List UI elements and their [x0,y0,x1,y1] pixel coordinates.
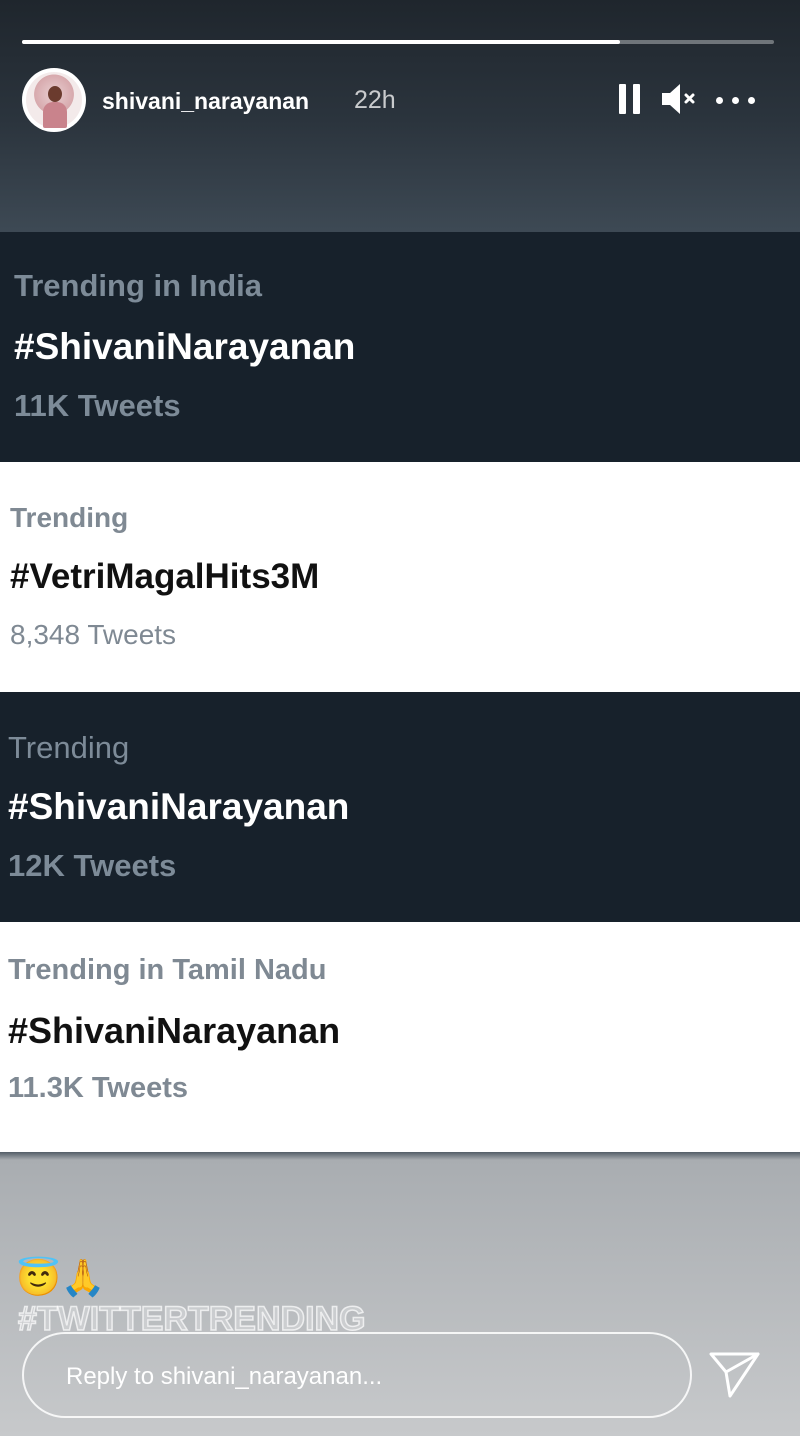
username[interactable]: shivani_narayanan [102,88,309,115]
trend-hashtag: #ShivaniNarayanan [8,1010,341,1051]
avatar[interactable] [22,68,86,132]
trend-hashtag: #ShivaniNarayanan [8,786,350,827]
story-header: shivani_narayanan 22h [22,68,778,132]
trend-tweet-count: 12K Tweets [8,848,177,883]
post-time: 22h [354,86,396,114]
trend-tweet-count: 11K Tweets [14,388,181,423]
pause-icon[interactable] [619,84,641,114]
mute-icon[interactable] [660,82,700,116]
trend-category: Trending [10,502,129,533]
trend-tweet-count: 8,348 Tweets [10,619,177,650]
trend-card: Trending #ShivaniNarayanan 12K Tweets [0,692,800,922]
trend-category: Trending in India [14,268,262,303]
avatar-photo [26,72,82,128]
story-progress-bar [22,40,774,44]
trend-hashtag: #VetriMagalHits3M [10,557,320,596]
emoji-sticker: 😇🙏 [16,1257,106,1298]
trend-tweet-count: 11.3K Tweets [8,1072,189,1104]
story-viewer: shivani_narayanan 22h Trending in India … [0,0,800,1436]
trend-card: Trending #VetriMagalHits3M 8,348 Tweets [0,462,800,692]
trend-card: Trending in Tamil Nadu #ShivaniNarayanan… [0,922,800,1152]
trend-category: Trending in Tamil Nadu [8,954,327,986]
send-icon[interactable] [708,1350,762,1400]
trend-hashtag: #ShivaniNarayanan [14,326,356,367]
more-icon[interactable] [714,88,758,112]
story-progress-fill [22,40,620,44]
reply-placeholder: Reply to shivani_narayanan... [66,1363,383,1390]
trend-category: Trending [8,730,130,765]
trend-card: Trending in India #ShivaniNarayanan 11K … [0,232,800,462]
reply-input[interactable]: Reply to shivani_narayanan... [22,1332,692,1418]
